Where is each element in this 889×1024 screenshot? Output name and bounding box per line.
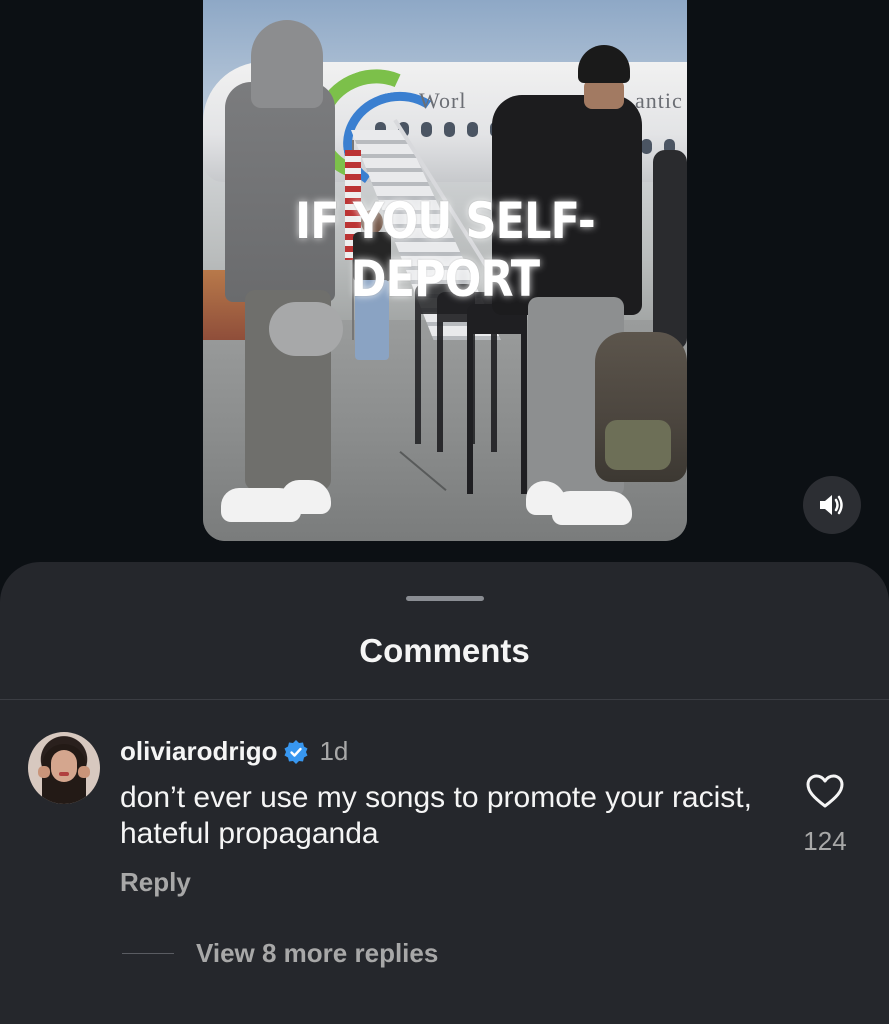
comment-item: oliviarodrigo 1d don’t ever use my songs… — [0, 730, 889, 950]
backpack-pocket — [605, 420, 671, 470]
comment-timestamp: 1d — [319, 736, 349, 766]
speaker-on-icon — [820, 495, 843, 515]
view-replies-label[interactable]: View 8 more replies — [196, 938, 438, 969]
like-count: 124 — [803, 826, 847, 856]
sheet-drag-handle[interactable] — [406, 596, 484, 601]
comment-header: oliviarodrigo 1d — [120, 736, 348, 767]
comment-username[interactable]: oliviarodrigo — [120, 736, 277, 767]
video-caption-overlay: IF YOU SELF-DEPORT — [295, 192, 596, 308]
person-edge — [653, 150, 687, 350]
view-more-replies[interactable]: View 8 more replies — [122, 938, 438, 969]
replies-divider-line — [122, 953, 174, 954]
mute-toggle-button[interactable] — [803, 476, 861, 534]
airplane-text-left: Worl — [419, 88, 467, 113]
comment-text: don’t ever use my songs to promote your … — [120, 781, 752, 850]
comments-title: Comments — [359, 632, 530, 669]
reel-video[interactable]: Worl antic IF YOU SELF-DEPORT — [203, 0, 687, 541]
verified-badge-icon — [284, 739, 308, 764]
heart-outline-icon[interactable] — [805, 772, 845, 812]
comments-sheet: Comments oliviarodrigo 1d don’t ever use… — [0, 562, 889, 1024]
reply-button[interactable]: Reply — [120, 867, 191, 898]
video-player-area: Worl antic IF YOU SELF-DEPORT — [0, 0, 889, 560]
avatar[interactable] — [28, 732, 100, 804]
sheet-divider — [0, 699, 889, 700]
